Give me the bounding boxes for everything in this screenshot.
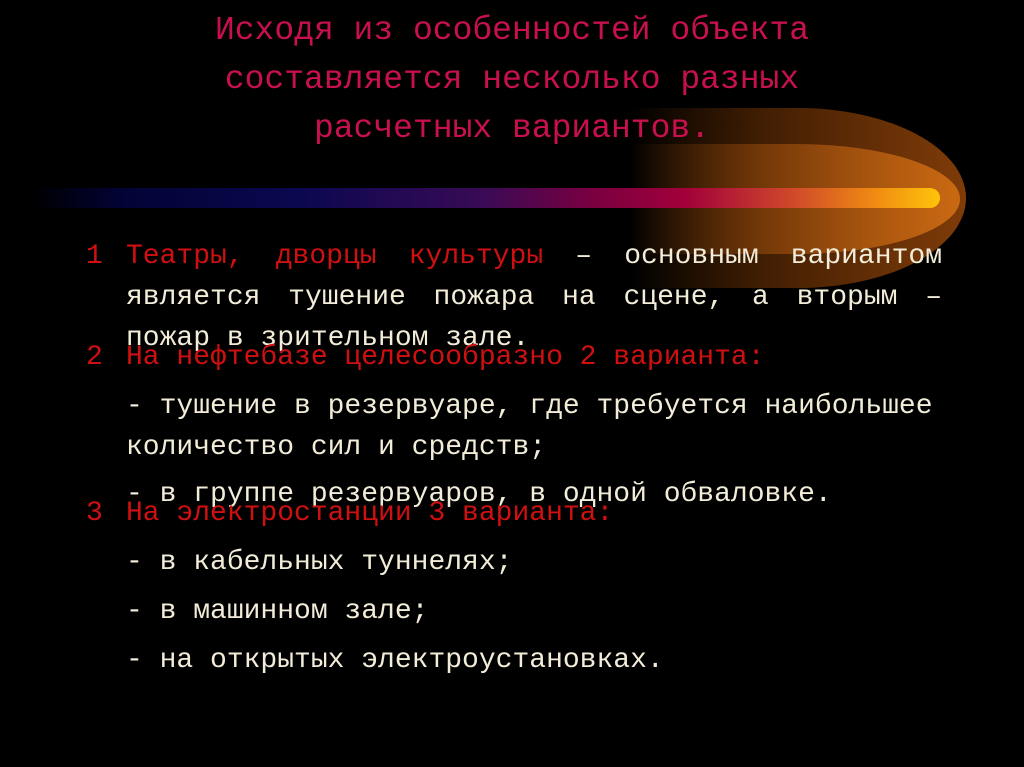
item-number: 3: [86, 498, 103, 529]
item-lead: На электростанции 3 варианта:: [126, 498, 614, 529]
sub-item: - тушение в резервуаре, где требуется на…: [126, 391, 933, 463]
item-number: 1: [86, 241, 103, 272]
item-lead: Театры, дворцы культуры: [126, 241, 544, 272]
title-line: составляется несколько разных: [224, 61, 800, 98]
slide-body: 1 Театры, дворцы культуры – основным вар…: [86, 236, 942, 681]
decorative-gradient-bar: [30, 188, 940, 208]
item-number: 2: [86, 342, 103, 373]
list-item-3: 3 На электростанции 3 варианта:: [86, 493, 942, 534]
slide-title: Исходя из особенностей объекта составляе…: [0, 6, 1024, 153]
title-line: Исходя из особенностей объекта: [214, 12, 810, 49]
item-lead: На нефтебазе целесообразно 2 варианта:: [126, 342, 765, 373]
list-item-2: 2 На нефтебазе целесообразно 2 варианта:: [86, 337, 942, 378]
sub-item: - в кабельных туннелях;: [126, 547, 513, 578]
sub-item: - на открытых электроустановках.: [126, 645, 664, 676]
title-line: расчетных вариантов.: [313, 110, 711, 147]
sub-item: - в машинном зале;: [126, 596, 429, 627]
